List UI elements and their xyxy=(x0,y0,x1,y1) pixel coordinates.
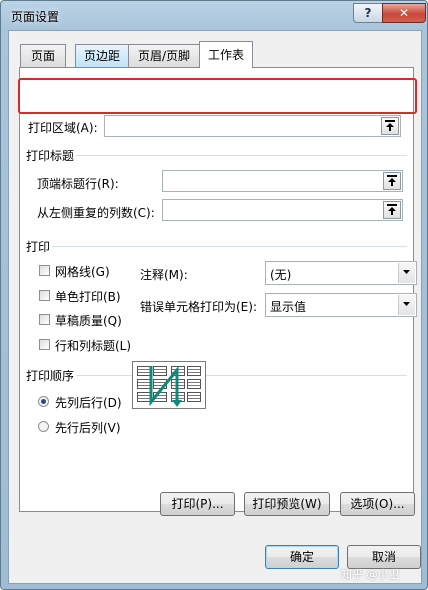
collapse-dialog-button[interactable] xyxy=(381,117,399,135)
top-rows-label: 顶端标题行(R): xyxy=(37,177,119,191)
draft-label[interactable]: 草稿质量(Q) xyxy=(55,312,122,329)
black-white-checkbox[interactable] xyxy=(39,290,50,301)
gridlines-label[interactable]: 网格线(G) xyxy=(55,263,110,280)
over-then-down-label[interactable]: 先行后列(V) xyxy=(55,419,121,436)
dropdown-arrow[interactable] xyxy=(398,263,415,283)
divider xyxy=(52,246,407,247)
print-area-label: 打印区域(A): xyxy=(28,121,98,135)
comments-select[interactable]: (无) xyxy=(265,261,417,285)
print-titles-heading: 打印标题 xyxy=(26,149,75,163)
left-cols-input[interactable] xyxy=(165,201,379,219)
chevron-down-icon xyxy=(403,270,410,274)
page-order-preview-icon xyxy=(132,361,206,409)
over-then-down-radio[interactable] xyxy=(38,421,49,432)
tab-header-footer[interactable]: 页眉/页脚 xyxy=(128,44,200,67)
draft-checkbox[interactable] xyxy=(39,314,50,325)
window-title: 页面设置 xyxy=(11,10,60,24)
collapse-dialog-button[interactable] xyxy=(383,172,401,190)
print-heading: 打印 xyxy=(26,240,51,254)
watermark: 知乎 @小卫 xyxy=(341,568,400,581)
print-button[interactable]: 打印(P)... xyxy=(160,492,235,516)
left-cols-label: 从左侧重复的列数(C): xyxy=(37,206,155,220)
errors-label: 错误单元格打印为(E): xyxy=(140,300,257,314)
print-area-field[interactable] xyxy=(104,115,401,137)
print-preview-button[interactable]: 打印预览(W) xyxy=(244,492,330,516)
gridlines-checkbox[interactable] xyxy=(39,265,50,276)
errors-value: 显示值 xyxy=(270,300,307,314)
ok-button[interactable]: 确定 xyxy=(265,545,339,569)
chevron-down-icon xyxy=(403,302,410,306)
arrow-up-icon xyxy=(387,175,397,186)
help-button[interactable]: ? xyxy=(353,3,383,23)
row-col-headings-label[interactable]: 行和列标题(L) xyxy=(55,337,131,354)
down-then-over-radio[interactable] xyxy=(38,396,49,407)
dialog-frame: 页面设置 ? ✕ 页面 页边距 页眉/页脚 工作表 打印区域(A): 打印标题 … xyxy=(0,0,428,590)
tab-margins[interactable]: 页边距 xyxy=(75,44,129,67)
collapse-dialog-button[interactable] xyxy=(383,201,401,219)
print-area-input[interactable] xyxy=(107,117,377,135)
row-col-headings-checkbox[interactable] xyxy=(39,339,50,350)
black-white-label[interactable]: 单色打印(B) xyxy=(55,288,121,305)
top-rows-field[interactable] xyxy=(162,170,403,192)
close-button[interactable]: ✕ xyxy=(382,3,426,23)
tab-sheet[interactable]: 工作表 xyxy=(199,41,253,68)
page-order-heading: 打印顺序 xyxy=(26,369,75,383)
tab-page[interactable]: 页面 xyxy=(20,44,66,67)
arrow-up-icon xyxy=(385,120,395,131)
down-then-over-label[interactable]: 先列后行(D) xyxy=(55,394,122,411)
divider xyxy=(76,155,407,156)
comments-label: 注释(M): xyxy=(140,268,188,282)
divider xyxy=(76,375,407,376)
sheet-panel: 打印区域(A): 打印标题 顶端标题行(R): 从左侧重复的列数(C): 打印 … xyxy=(19,67,417,512)
top-rows-input[interactable] xyxy=(165,172,379,190)
comments-value: (无) xyxy=(270,268,292,282)
title-bar: 页面设置 ? ✕ xyxy=(1,1,427,31)
options-button[interactable]: 选项(O)... xyxy=(340,492,415,516)
down-over-arrow-icon xyxy=(149,365,182,407)
highlight-box xyxy=(18,78,417,114)
left-cols-field[interactable] xyxy=(162,199,403,221)
dropdown-arrow[interactable] xyxy=(398,295,415,315)
arrow-up-icon xyxy=(387,204,397,215)
errors-select[interactable]: 显示值 xyxy=(265,293,417,317)
